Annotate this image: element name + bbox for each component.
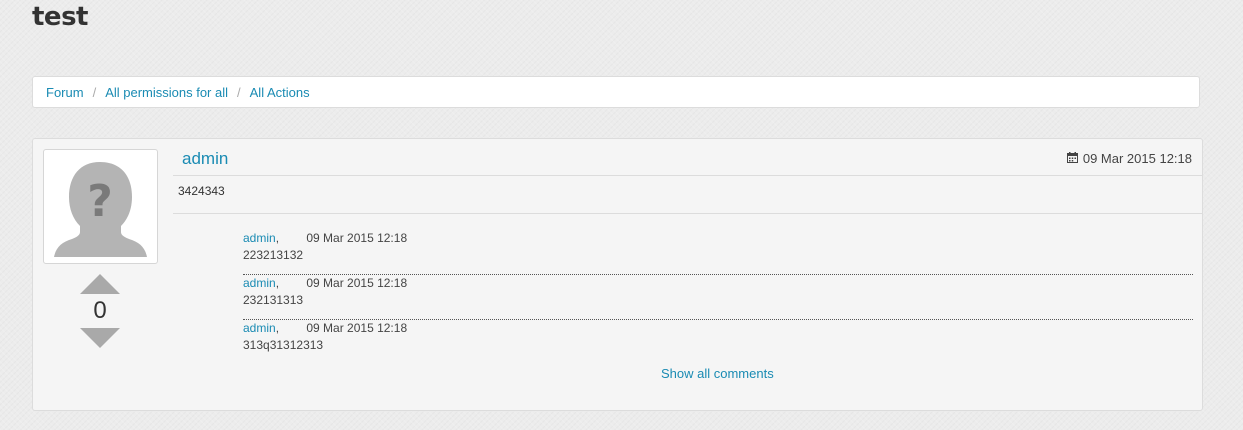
comment-meta: admin, 09 Mar 2015 12:18 xyxy=(243,276,1193,290)
show-all-comments-link[interactable]: Show all comments xyxy=(661,366,774,381)
breadcrumb-forum-link[interactable]: Forum xyxy=(46,85,84,100)
vote-count: 0 xyxy=(93,297,107,324)
comment-author-link[interactable]: admin xyxy=(243,231,276,245)
comment-date: 09 Mar 2015 12:18 xyxy=(306,276,408,290)
post-card: ? 0 admin 09 Mar 2015 12:18 3424343 admi… xyxy=(32,138,1203,411)
comment-text: 313q31312313 xyxy=(243,338,324,352)
comment-comma: , xyxy=(275,231,280,245)
comment-comma: , xyxy=(275,321,280,335)
svg-text:?: ? xyxy=(87,176,113,227)
comment-item: admin, 09 Mar 2015 12:18 223213132 xyxy=(243,231,1193,275)
comment-meta: admin, 09 Mar 2015 12:18 xyxy=(243,321,1193,335)
comment-item: admin, 09 Mar 2015 12:18 313q31312313 xyxy=(243,321,1193,365)
breadcrumb-separator: / xyxy=(92,84,97,100)
breadcrumb-separator: / xyxy=(237,84,241,100)
page-title: test xyxy=(32,2,88,32)
post-date-text: 09 Mar 2015 12:18 xyxy=(1082,151,1192,166)
comment-text: 232131313 xyxy=(243,293,304,307)
post-body: 3424343 xyxy=(178,184,225,198)
comment-comma: , xyxy=(275,276,280,290)
avatar: ? xyxy=(43,149,158,264)
comment-date: 09 Mar 2015 12:18 xyxy=(306,231,408,245)
post-divider xyxy=(173,213,1202,214)
comment-date: 09 Mar 2015 12:18 xyxy=(306,321,408,335)
post-date: 09 Mar 2015 12:18 xyxy=(1066,151,1192,166)
breadcrumb: Forum / All permissions for all / All Ac… xyxy=(32,76,1200,108)
post-header: admin 09 Mar 2015 12:18 xyxy=(173,139,1202,176)
vote-up-icon[interactable] xyxy=(80,274,120,294)
vote-widget: 0 xyxy=(80,274,120,348)
comment-author-link[interactable]: admin xyxy=(243,321,276,335)
post-author-link[interactable]: admin xyxy=(182,149,228,169)
comment-item: admin, 09 Mar 2015 12:18 232131313 xyxy=(243,276,1193,320)
comment-author-link[interactable]: admin xyxy=(243,276,276,290)
comment-list: admin, 09 Mar 2015 12:18 223213132 admin… xyxy=(243,231,1193,365)
default-user-avatar-icon: ? xyxy=(50,156,151,257)
breadcrumb-actions-link[interactable]: All Actions xyxy=(250,85,310,100)
calendar-icon xyxy=(1066,151,1078,166)
comment-meta: admin, 09 Mar 2015 12:18 xyxy=(243,231,1193,245)
vote-down-icon[interactable] xyxy=(80,328,120,348)
breadcrumb-permissions-link[interactable]: All permissions for all xyxy=(105,85,228,100)
comment-text: 223213132 xyxy=(243,248,304,262)
